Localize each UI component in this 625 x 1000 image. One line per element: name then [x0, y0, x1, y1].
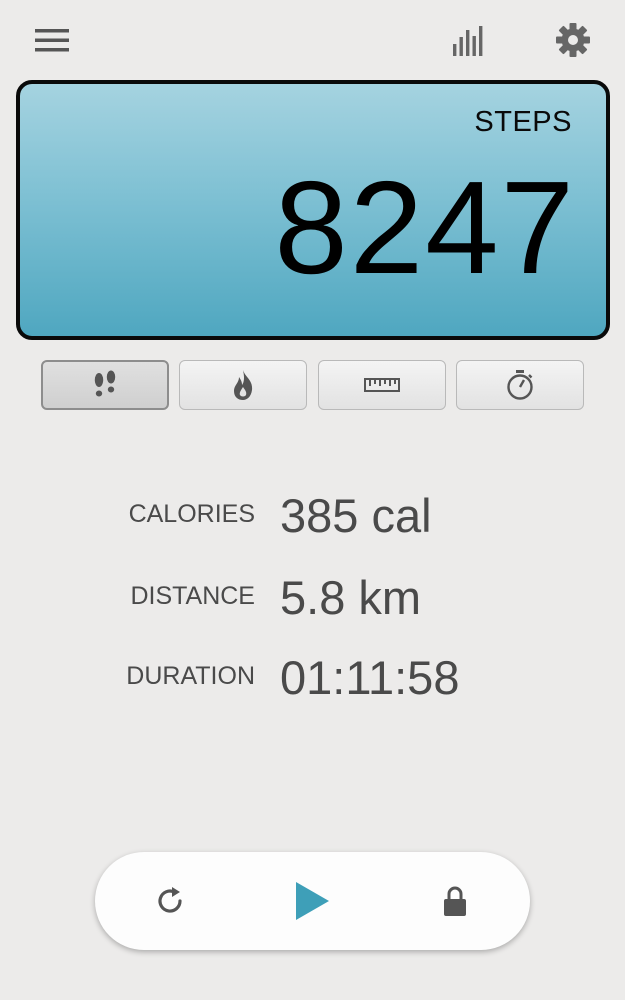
- mode-tabs: [41, 360, 584, 410]
- statistics-button[interactable]: [446, 20, 492, 60]
- duration-value: 01:11:58: [280, 651, 460, 704]
- distance-row: DISTANCE 5.8 km: [0, 564, 625, 624]
- steps-display-panel: STEPS 8247: [16, 80, 610, 340]
- reset-button[interactable]: [125, 852, 215, 950]
- stopwatch-icon: [507, 370, 533, 400]
- settings-button[interactable]: [550, 18, 596, 62]
- distance-label: DISTANCE: [130, 582, 255, 610]
- calories-label: CALORIES: [128, 500, 255, 528]
- flame-icon: [234, 370, 253, 400]
- play-button[interactable]: [267, 852, 357, 950]
- distance-value: 5.8 km: [280, 571, 422, 624]
- play-icon: [296, 882, 329, 920]
- calories-value: 385 cal: [280, 489, 432, 542]
- calories-row: CALORIES 385 cal: [0, 482, 625, 542]
- tab-distance[interactable]: [318, 360, 446, 410]
- reset-icon: [158, 887, 182, 913]
- menu-button[interactable]: [30, 20, 74, 60]
- duration-row: DURATION 01:11:58: [0, 644, 625, 704]
- bar-chart-icon: [453, 26, 483, 56]
- playback-control-bar: [95, 852, 530, 950]
- hamburger-menu-icon: [35, 29, 69, 52]
- lock-icon: [444, 886, 466, 916]
- lock-button[interactable]: [410, 852, 500, 950]
- footprints-icon: [94, 370, 116, 397]
- steps-label: STEPS: [474, 106, 572, 138]
- tab-duration[interactable]: [456, 360, 584, 410]
- top-bar: [0, 0, 625, 80]
- gear-icon: [556, 23, 590, 57]
- steps-count: 8247: [274, 154, 576, 301]
- tab-steps[interactable]: [41, 360, 169, 410]
- ruler-icon: [364, 378, 400, 392]
- tab-calories[interactable]: [179, 360, 307, 410]
- duration-label: DURATION: [126, 662, 255, 690]
- pedometer-screen: STEPS 8247 CALORIES 385 cal DISTANCE 5.8…: [0, 0, 625, 1000]
